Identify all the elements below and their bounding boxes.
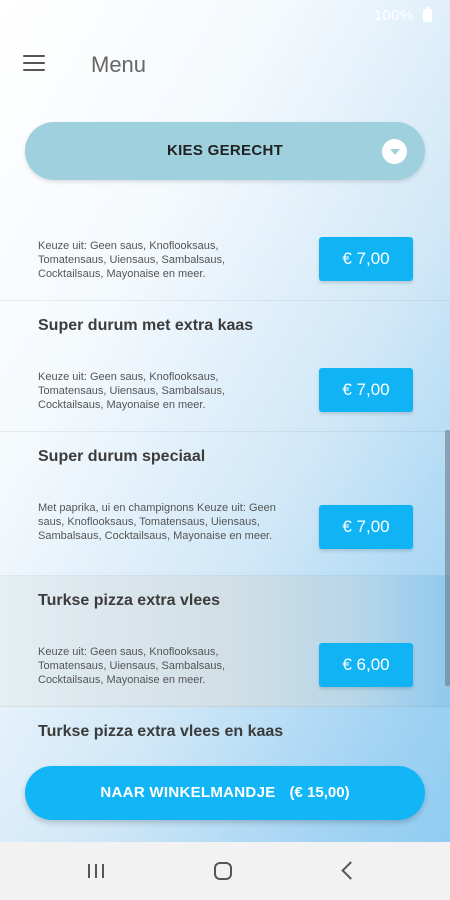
item-description: Keuze uit: Geen saus, Knoflooksaus, Toma… [38,371,226,411]
navigation-bar [0,842,450,900]
app-bar: Menu [0,30,450,100]
item-description: Keuze uit: Geen saus, Knoflooksaus, Toma… [38,240,226,280]
battery-icon [423,7,432,22]
item-description: Met paprika, ui en champignons Keuze uit… [38,502,276,542]
home-icon[interactable] [205,856,245,886]
list-item: Turkse pizza extra vlees Keuze uit: Geen… [0,576,450,707]
item-title: Turkse pizza extra vlees en kaas [38,723,284,740]
add-to-cart-button[interactable]: € 7,00 [319,505,413,549]
status-bar: 100% [0,0,450,30]
add-to-cart-button[interactable]: € 7,00 [319,368,413,412]
hamburger-menu-icon[interactable] [20,50,50,76]
menu-list[interactable]: Keuze uit: Geen saus, Knoflooksaus, Toma… [0,205,450,845]
list-item: Super durum met extra kaas Keuze uit: Ge… [0,301,450,432]
item-title: Super durum met extra kaas [38,317,254,334]
chevron-down-icon [382,139,407,164]
battery-percentage: 100% [373,7,414,24]
list-item: Super durum speciaal Met paprika, ui en … [0,432,450,576]
back-icon[interactable] [330,856,370,886]
item-title: Turkse pizza extra vlees [38,592,221,609]
category-dropdown[interactable]: KIES GERECHT [25,122,425,180]
dropdown-label: KIES GERECHT [166,142,284,159]
cart-button[interactable]: NAAR WINKELMANDJE (€ 15,00) [25,766,425,820]
recent-apps-icon[interactable] [78,856,118,886]
item-title: Super durum speciaal [38,448,206,465]
add-to-cart-button[interactable]: € 7,00 [319,237,413,281]
cart-button-label: NAAR WINKELMANDJE [100,784,276,801]
cart-total: (€ 15,00) [289,784,350,801]
list-item: Keuze uit: Geen saus, Knoflooksaus, Toma… [0,205,450,301]
add-to-cart-button[interactable]: € 6,00 [319,643,413,687]
item-description: Keuze uit: Geen saus, Knoflooksaus, Toma… [38,646,226,686]
scrollbar[interactable] [445,430,450,686]
page-title: Menu [91,52,147,77]
